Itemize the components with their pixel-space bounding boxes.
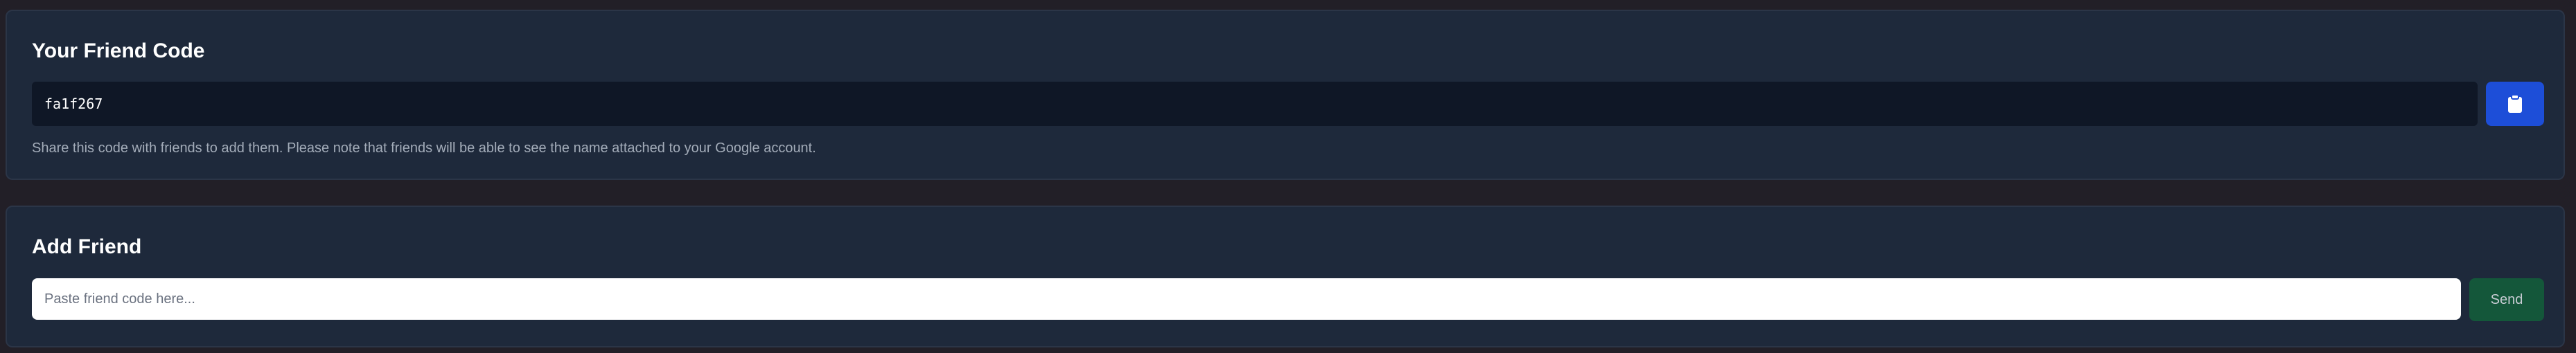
add-friend-panel: Add Friend Send	[6, 206, 2565, 347]
friend-code-title: Your Friend Code	[32, 39, 205, 62]
add-friend-title: Add Friend	[32, 235, 142, 258]
friend-code-panel: Your Friend Code fa1f267 Share this code…	[6, 10, 2565, 180]
send-button[interactable]: Send	[2469, 278, 2544, 321]
friend-code-value: fa1f267	[44, 96, 103, 112]
copy-code-button[interactable]	[2486, 82, 2544, 126]
clipboard-icon	[2507, 94, 2523, 114]
friend-code-helper-text: Share this code with friends to add them…	[32, 141, 816, 156]
friend-code-display[interactable]: fa1f267	[32, 82, 2478, 126]
friend-code-input[interactable]	[32, 278, 2461, 320]
friends-page: Your Friend Code fa1f267 Share this code…	[0, 0, 2576, 353]
